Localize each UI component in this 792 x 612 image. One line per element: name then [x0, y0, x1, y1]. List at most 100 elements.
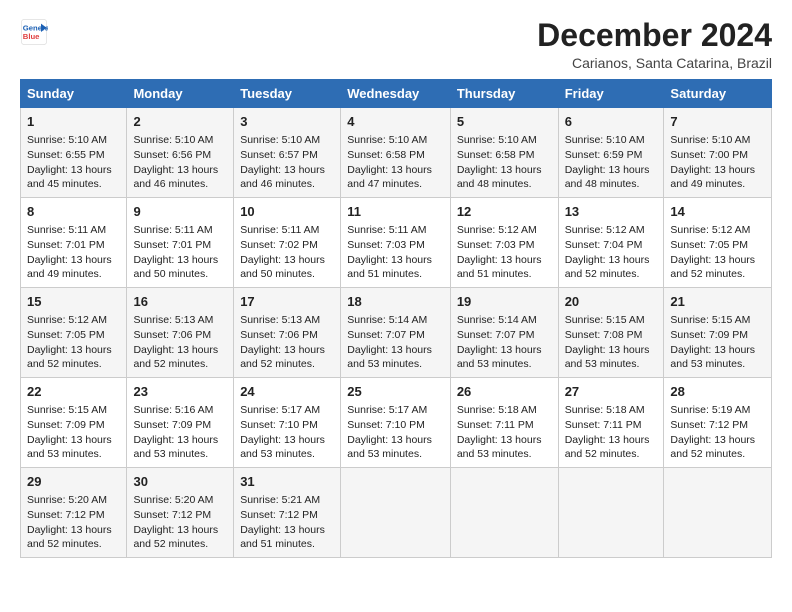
- cell-text: Daylight: 13 hours: [457, 163, 552, 178]
- calendar-week-2: 8Sunrise: 5:11 AMSunset: 7:01 PMDaylight…: [21, 198, 772, 288]
- day-number: 26: [457, 383, 552, 401]
- calendar-cell: 15Sunrise: 5:12 AMSunset: 7:05 PMDayligh…: [21, 288, 127, 378]
- cell-text: Sunrise: 5:14 AM: [347, 313, 444, 328]
- day-number: 23: [133, 383, 227, 401]
- cell-text: and 53 minutes.: [457, 447, 552, 462]
- cell-text: Sunset: 7:08 PM: [565, 328, 658, 343]
- calendar-cell: 21Sunrise: 5:15 AMSunset: 7:09 PMDayligh…: [664, 288, 772, 378]
- cell-text: and 53 minutes.: [565, 357, 658, 372]
- day-number: 21: [670, 293, 765, 311]
- cell-text: and 52 minutes.: [565, 267, 658, 282]
- day-number: 16: [133, 293, 227, 311]
- calendar-cell: 29Sunrise: 5:20 AMSunset: 7:12 PMDayligh…: [21, 467, 127, 557]
- page-container: General Blue December 2024 Carianos, San…: [0, 0, 792, 568]
- cell-text: and 53 minutes.: [347, 357, 444, 372]
- day-number: 7: [670, 113, 765, 131]
- cell-text: and 48 minutes.: [457, 177, 552, 192]
- calendar-week-1: 1Sunrise: 5:10 AMSunset: 6:55 PMDaylight…: [21, 108, 772, 198]
- cell-text: and 51 minutes.: [457, 267, 552, 282]
- cell-text: Sunrise: 5:10 AM: [347, 133, 444, 148]
- header-row: Sunday Monday Tuesday Wednesday Thursday…: [21, 80, 772, 108]
- day-number: 24: [240, 383, 334, 401]
- cell-text: Sunset: 7:00 PM: [670, 148, 765, 163]
- cell-text: Sunrise: 5:15 AM: [27, 403, 120, 418]
- col-tuesday: Tuesday: [234, 80, 341, 108]
- cell-text: Sunrise: 5:18 AM: [565, 403, 658, 418]
- cell-text: Sunrise: 5:11 AM: [240, 223, 334, 238]
- cell-text: Sunset: 7:09 PM: [670, 328, 765, 343]
- calendar-cell: 18Sunrise: 5:14 AMSunset: 7:07 PMDayligh…: [341, 288, 451, 378]
- cell-text: and 46 minutes.: [133, 177, 227, 192]
- calendar-cell: 12Sunrise: 5:12 AMSunset: 7:03 PMDayligh…: [450, 198, 558, 288]
- day-number: 22: [27, 383, 120, 401]
- calendar-cell: [341, 467, 451, 557]
- calendar-cell: [450, 467, 558, 557]
- cell-text: Daylight: 13 hours: [240, 433, 334, 448]
- cell-text: Sunset: 7:05 PM: [670, 238, 765, 253]
- cell-text: Sunrise: 5:20 AM: [27, 493, 120, 508]
- cell-text: Sunset: 7:12 PM: [133, 508, 227, 523]
- svg-text:Blue: Blue: [23, 32, 40, 41]
- cell-text: and 50 minutes.: [133, 267, 227, 282]
- day-number: 20: [565, 293, 658, 311]
- day-number: 27: [565, 383, 658, 401]
- subtitle: Carianos, Santa Catarina, Brazil: [537, 55, 772, 71]
- col-monday: Monday: [127, 80, 234, 108]
- cell-text: Daylight: 13 hours: [133, 433, 227, 448]
- cell-text: Sunrise: 5:10 AM: [565, 133, 658, 148]
- cell-text: Daylight: 13 hours: [670, 433, 765, 448]
- cell-text: and 45 minutes.: [27, 177, 120, 192]
- calendar-cell: 11Sunrise: 5:11 AMSunset: 7:03 PMDayligh…: [341, 198, 451, 288]
- cell-text: and 53 minutes.: [347, 447, 444, 462]
- cell-text: Sunset: 6:56 PM: [133, 148, 227, 163]
- calendar-table: Sunday Monday Tuesday Wednesday Thursday…: [20, 79, 772, 558]
- calendar-cell: 14Sunrise: 5:12 AMSunset: 7:05 PMDayligh…: [664, 198, 772, 288]
- cell-text: Sunrise: 5:19 AM: [670, 403, 765, 418]
- col-friday: Friday: [558, 80, 664, 108]
- cell-text: Sunrise: 5:11 AM: [27, 223, 120, 238]
- day-number: 15: [27, 293, 120, 311]
- cell-text: Daylight: 13 hours: [457, 343, 552, 358]
- cell-text: Sunset: 7:01 PM: [133, 238, 227, 253]
- cell-text: Sunset: 7:09 PM: [27, 418, 120, 433]
- calendar-cell: 31Sunrise: 5:21 AMSunset: 7:12 PMDayligh…: [234, 467, 341, 557]
- cell-text: and 53 minutes.: [670, 357, 765, 372]
- cell-text: and 49 minutes.: [27, 267, 120, 282]
- cell-text: Daylight: 13 hours: [27, 163, 120, 178]
- cell-text: and 52 minutes.: [27, 537, 120, 552]
- cell-text: and 52 minutes.: [133, 357, 227, 372]
- calendar-cell: 25Sunrise: 5:17 AMSunset: 7:10 PMDayligh…: [341, 378, 451, 468]
- day-number: 10: [240, 203, 334, 221]
- cell-text: Sunset: 7:12 PM: [240, 508, 334, 523]
- cell-text: Sunrise: 5:18 AM: [457, 403, 552, 418]
- cell-text: Sunset: 6:57 PM: [240, 148, 334, 163]
- day-number: 11: [347, 203, 444, 221]
- col-thursday: Thursday: [450, 80, 558, 108]
- cell-text: and 52 minutes.: [670, 447, 765, 462]
- cell-text: Sunset: 7:11 PM: [457, 418, 552, 433]
- day-number: 8: [27, 203, 120, 221]
- cell-text: and 48 minutes.: [565, 177, 658, 192]
- cell-text: and 52 minutes.: [27, 357, 120, 372]
- cell-text: Daylight: 13 hours: [27, 343, 120, 358]
- cell-text: Daylight: 13 hours: [133, 163, 227, 178]
- day-number: 3: [240, 113, 334, 131]
- cell-text: Sunrise: 5:10 AM: [133, 133, 227, 148]
- day-number: 14: [670, 203, 765, 221]
- cell-text: Daylight: 13 hours: [240, 343, 334, 358]
- day-number: 30: [133, 473, 227, 491]
- calendar-cell: 3Sunrise: 5:10 AMSunset: 6:57 PMDaylight…: [234, 108, 341, 198]
- logo-icon: General Blue: [20, 18, 48, 46]
- cell-text: Daylight: 13 hours: [670, 253, 765, 268]
- calendar-cell: 24Sunrise: 5:17 AMSunset: 7:10 PMDayligh…: [234, 378, 341, 468]
- cell-text: and 52 minutes.: [133, 537, 227, 552]
- cell-text: Sunset: 7:12 PM: [670, 418, 765, 433]
- title-block: December 2024 Carianos, Santa Catarina, …: [537, 18, 772, 71]
- cell-text: Sunrise: 5:10 AM: [27, 133, 120, 148]
- cell-text: Sunset: 7:01 PM: [27, 238, 120, 253]
- cell-text: Sunrise: 5:15 AM: [565, 313, 658, 328]
- cell-text: and 53 minutes.: [240, 447, 334, 462]
- cell-text: Daylight: 13 hours: [240, 163, 334, 178]
- calendar-cell: 9Sunrise: 5:11 AMSunset: 7:01 PMDaylight…: [127, 198, 234, 288]
- cell-text: Sunrise: 5:16 AM: [133, 403, 227, 418]
